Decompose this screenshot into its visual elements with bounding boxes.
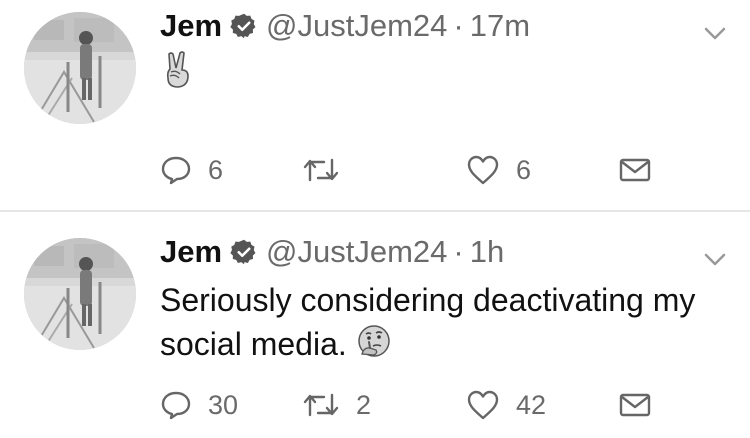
verified-badge-icon: [230, 238, 258, 266]
retweet-button[interactable]: [302, 150, 356, 190]
avatar[interactable]: [24, 12, 136, 124]
like-button[interactable]: 6: [466, 150, 531, 190]
reply-button[interactable]: 6: [160, 150, 223, 190]
like-count: 6: [516, 154, 532, 185]
like-button[interactable]: 42: [466, 385, 546, 425]
display-name[interactable]: Jem: [160, 8, 222, 44]
tweet-actions: 30 2 42: [160, 385, 660, 425]
heart-icon: [467, 155, 499, 185]
reply-button[interactable]: 30: [160, 385, 238, 425]
tweet[interactable]: Jem @JustJem24 · 17m 6 6: [0, 0, 750, 210]
thinking-face-emoji: [356, 323, 392, 370]
username[interactable]: @JustJem24: [266, 8, 447, 44]
avatar[interactable]: [24, 238, 136, 350]
envelope-icon: [619, 393, 651, 417]
heart-icon: [467, 390, 499, 420]
retweet-icon: [303, 158, 339, 182]
verified-badge-icon: [230, 12, 258, 40]
like-count: 42: [516, 389, 547, 420]
username[interactable]: @JustJem24: [266, 234, 447, 270]
reply-count: 30: [208, 389, 239, 420]
reply-icon: [161, 156, 191, 185]
retweet-count: 2: [356, 389, 372, 420]
envelope-icon: [619, 158, 651, 182]
tweet-feed: Jem @JustJem24 · 17m 6 6 Jem @JustJem24 …: [0, 0, 750, 438]
chevron-down-icon[interactable]: [702, 246, 728, 272]
display-name[interactable]: Jem: [160, 234, 222, 270]
chevron-down-icon[interactable]: [702, 20, 728, 46]
reply-count: 6: [208, 154, 224, 185]
tweet-text: Seriously considering deactivating my so…: [160, 278, 720, 370]
separator: ·: [453, 8, 464, 43]
separator: ·: [453, 234, 464, 269]
timestamp[interactable]: 17m: [470, 8, 530, 44]
victory-hand-emoji: [160, 51, 196, 97]
tweet[interactable]: Jem @JustJem24 · 1h Seriously considerin…: [0, 212, 750, 438]
direct-message-button[interactable]: [618, 385, 652, 425]
reply-icon: [161, 391, 191, 420]
tweet-text: [160, 50, 720, 101]
direct-message-button[interactable]: [618, 150, 652, 190]
timestamp[interactable]: 1h: [470, 234, 504, 270]
retweet-icon: [303, 393, 339, 417]
tweet-text-content: Seriously considering deactivating my so…: [160, 282, 696, 362]
tweet-header: Jem @JustJem24 · 1h: [160, 232, 504, 272]
tweet-header: Jem @JustJem24 · 17m: [160, 6, 530, 46]
retweet-button[interactable]: 2: [302, 385, 371, 425]
tweet-actions: 6 6: [160, 150, 660, 190]
